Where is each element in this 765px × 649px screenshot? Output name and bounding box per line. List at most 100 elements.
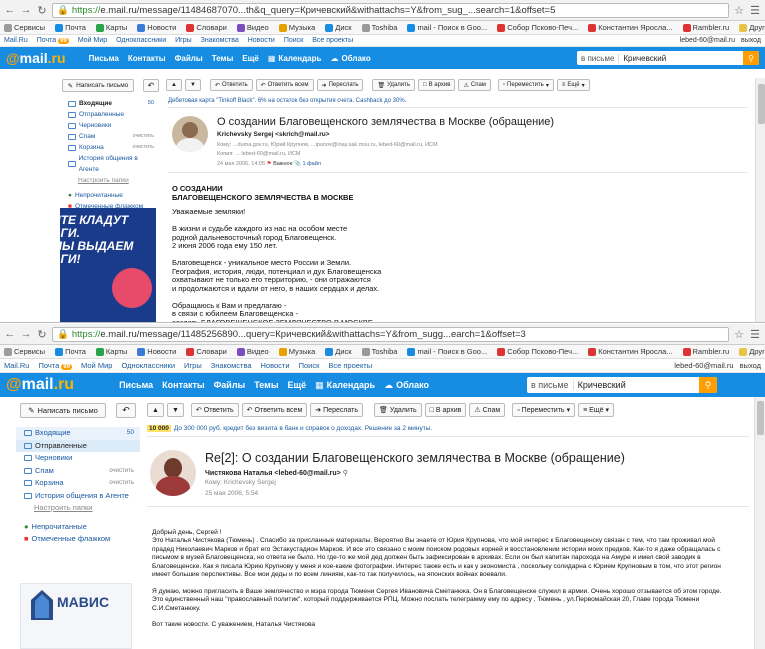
- portal-link[interactable]: Поиск: [299, 361, 320, 370]
- bookmark[interactable]: Музыка: [278, 347, 315, 356]
- ad-line[interactable]: Дебетовая карта "Tinkoff Black". 6% на о…: [168, 98, 406, 104]
- spam-button[interactable]: ⚠ Спам: [458, 79, 491, 91]
- forward-icon[interactable]: →: [20, 328, 32, 340]
- user-email[interactable]: lebed-60@mail.ru: [680, 37, 735, 44]
- portal-link[interactable]: Новости: [261, 361, 290, 370]
- nav-themes[interactable]: Темы: [212, 54, 234, 63]
- portal-link[interactable]: Новости: [248, 37, 275, 44]
- mailru-logo[interactable]: @ mail .ru: [6, 50, 66, 66]
- folder-agent-history[interactable]: История общения в Агенте: [60, 153, 160, 175]
- portal-link[interactable]: Знакомства: [201, 37, 239, 44]
- ad-line[interactable]: 10 000 До 300 000 руб. кредит без визита …: [147, 425, 432, 432]
- folder-inbox[interactable]: Входящие 50: [16, 427, 140, 440]
- portal-link[interactable]: Игры: [184, 361, 202, 370]
- settings-folders-link[interactable]: Настроить папки: [16, 502, 140, 515]
- portal-link[interactable]: Мой Мир: [81, 361, 112, 370]
- move-button[interactable]: ▫ Переместить ▾: [497, 79, 554, 91]
- search-box[interactable]: в письме Кричевский ⚲: [577, 51, 759, 65]
- mailru-logo[interactable]: @ mail .ru: [6, 376, 74, 394]
- folder-drafts[interactable]: Черновики: [60, 120, 160, 131]
- portal-link[interactable]: Почта 99: [38, 361, 73, 370]
- bookmark[interactable]: Сервисы: [4, 23, 45, 32]
- star-icon[interactable]: ☆: [733, 328, 745, 341]
- folder-trash[interactable]: Корзина очистить: [16, 477, 140, 490]
- user-email[interactable]: lebed-60@mail.ru: [674, 361, 733, 370]
- menu-icon[interactable]: ☰: [749, 4, 761, 17]
- spam-button[interactable]: ⚠ Спам: [469, 403, 506, 417]
- bookmark[interactable]: Диск: [325, 347, 352, 356]
- compose-button[interactable]: ✎ Написать письмо: [20, 403, 106, 418]
- undo-button[interactable]: ↶: [116, 403, 136, 418]
- bookmark[interactable]: Toshiba: [361, 23, 397, 32]
- portal-link[interactable]: Одноклассники: [121, 361, 175, 370]
- message-from[interactable]: Чистякова Наталья <lebed-60@mail.ru> ⚲: [205, 469, 348, 477]
- bookmark[interactable]: Словари: [186, 347, 227, 356]
- portal-link[interactable]: Все проекты: [328, 361, 372, 370]
- logout-link[interactable]: выход: [740, 361, 761, 370]
- search-icon[interactable]: ⚲: [343, 470, 348, 477]
- bookmark[interactable]: Карты: [95, 347, 127, 356]
- clear-trash-link[interactable]: очистить: [133, 142, 154, 153]
- bookmark[interactable]: Константин Яросла...: [588, 23, 673, 32]
- nav-files[interactable]: Файлы: [214, 380, 246, 390]
- bookmark[interactable]: Видео: [236, 23, 269, 32]
- portal-link[interactable]: Mail.Ru: [4, 37, 28, 44]
- folder-inbox[interactable]: Входящие 50: [60, 98, 160, 109]
- bookmark[interactable]: Rambler.ru: [682, 23, 729, 32]
- next-button[interactable]: ▼: [184, 79, 201, 91]
- more-button[interactable]: ≡ Ещё ▾: [556, 79, 590, 91]
- menu-icon[interactable]: ☰: [749, 328, 761, 341]
- address-bar[interactable]: 🔒 https://e.mail.ru/message/11485256890..…: [52, 326, 729, 342]
- delete-button[interactable]: 🗑 Удалить: [374, 403, 422, 417]
- nav-letters[interactable]: Письма: [89, 54, 119, 63]
- bookmark[interactable]: Новости: [137, 347, 176, 356]
- move-button[interactable]: ▫ Переместить ▾: [512, 403, 576, 417]
- nav-themes[interactable]: Темы: [254, 380, 278, 390]
- nav-contacts[interactable]: Контакты: [162, 380, 204, 390]
- search-input[interactable]: Кричевский: [574, 380, 699, 390]
- nav-cloud[interactable]: ☁ Облако: [330, 54, 370, 63]
- portal-link[interactable]: Знакомства: [211, 361, 252, 370]
- ad-banner[interactable]: ИТЕ КЛАДУТ ЬГИ. МЫ ВЫДАЕМ ЬГИ!: [60, 208, 156, 322]
- nav-more[interactable]: Ещё: [242, 54, 259, 63]
- delete-button[interactable]: 🗑 Удалить: [372, 79, 416, 91]
- nav-contacts[interactable]: Контакты: [128, 54, 166, 63]
- search-icon[interactable]: ⚲: [743, 51, 759, 65]
- portal-link[interactable]: Mail.Ru: [4, 361, 29, 370]
- nav-cloud[interactable]: ☁ Облако: [384, 380, 429, 391]
- bookmark[interactable]: mail - Поиск в Goo...: [407, 23, 487, 32]
- more-button[interactable]: ≡ Ещё ▾: [578, 403, 615, 417]
- compose-button[interactable]: ✎ Написать письмо: [62, 79, 134, 92]
- forward-button[interactable]: ➜ Переслать: [310, 403, 364, 417]
- message-from[interactable]: Krichevsky Sergej <skrich@mail.ru>: [217, 131, 330, 138]
- portal-link[interactable]: Почта 99: [37, 37, 69, 44]
- bookmark[interactable]: Другие закладки: [739, 23, 765, 32]
- reload-icon[interactable]: ↻: [36, 328, 48, 341]
- bookmark[interactable]: Rambler.ru: [682, 347, 729, 356]
- forward-button[interactable]: ➜ Переслать: [316, 79, 364, 91]
- folder-agent-history[interactable]: История общения в Агенте: [16, 490, 140, 503]
- folder-spam[interactable]: Спам очистить: [60, 131, 160, 142]
- nav-letters[interactable]: Письма: [119, 380, 153, 390]
- portal-link[interactable]: Все проекты: [312, 37, 353, 44]
- bookmark[interactable]: Собор Псково-Печ...: [497, 23, 578, 32]
- archive-button[interactable]: □ В архив: [418, 79, 456, 91]
- portal-link[interactable]: Мой Мир: [78, 37, 107, 44]
- search-scope[interactable]: в письме: [577, 53, 620, 63]
- star-icon[interactable]: ☆: [733, 4, 745, 17]
- flag-icon[interactable]: ⚑: [267, 161, 272, 167]
- forward-icon[interactable]: →: [20, 4, 32, 16]
- folder-spam[interactable]: Спам очистить: [16, 465, 140, 478]
- reply-button[interactable]: ↶ Ответить: [209, 79, 253, 91]
- bookmark[interactable]: mail - Поиск в Goo...: [407, 347, 487, 356]
- search-box[interactable]: в письме Кричевский ⚲: [527, 377, 717, 393]
- sender-avatar[interactable]: [150, 450, 196, 496]
- important-link[interactable]: Важное: [273, 161, 293, 167]
- bookmark[interactable]: Музыка: [278, 23, 315, 32]
- reply-all-button[interactable]: ↶ Ответить всем: [255, 79, 314, 91]
- folder-drafts[interactable]: Черновики: [16, 452, 140, 465]
- bookmark[interactable]: Сервисы: [4, 347, 45, 356]
- reply-button[interactable]: ↶ Ответить: [190, 403, 239, 417]
- bookmark[interactable]: Словари: [186, 23, 227, 32]
- clear-spam-link[interactable]: очистить: [133, 131, 154, 142]
